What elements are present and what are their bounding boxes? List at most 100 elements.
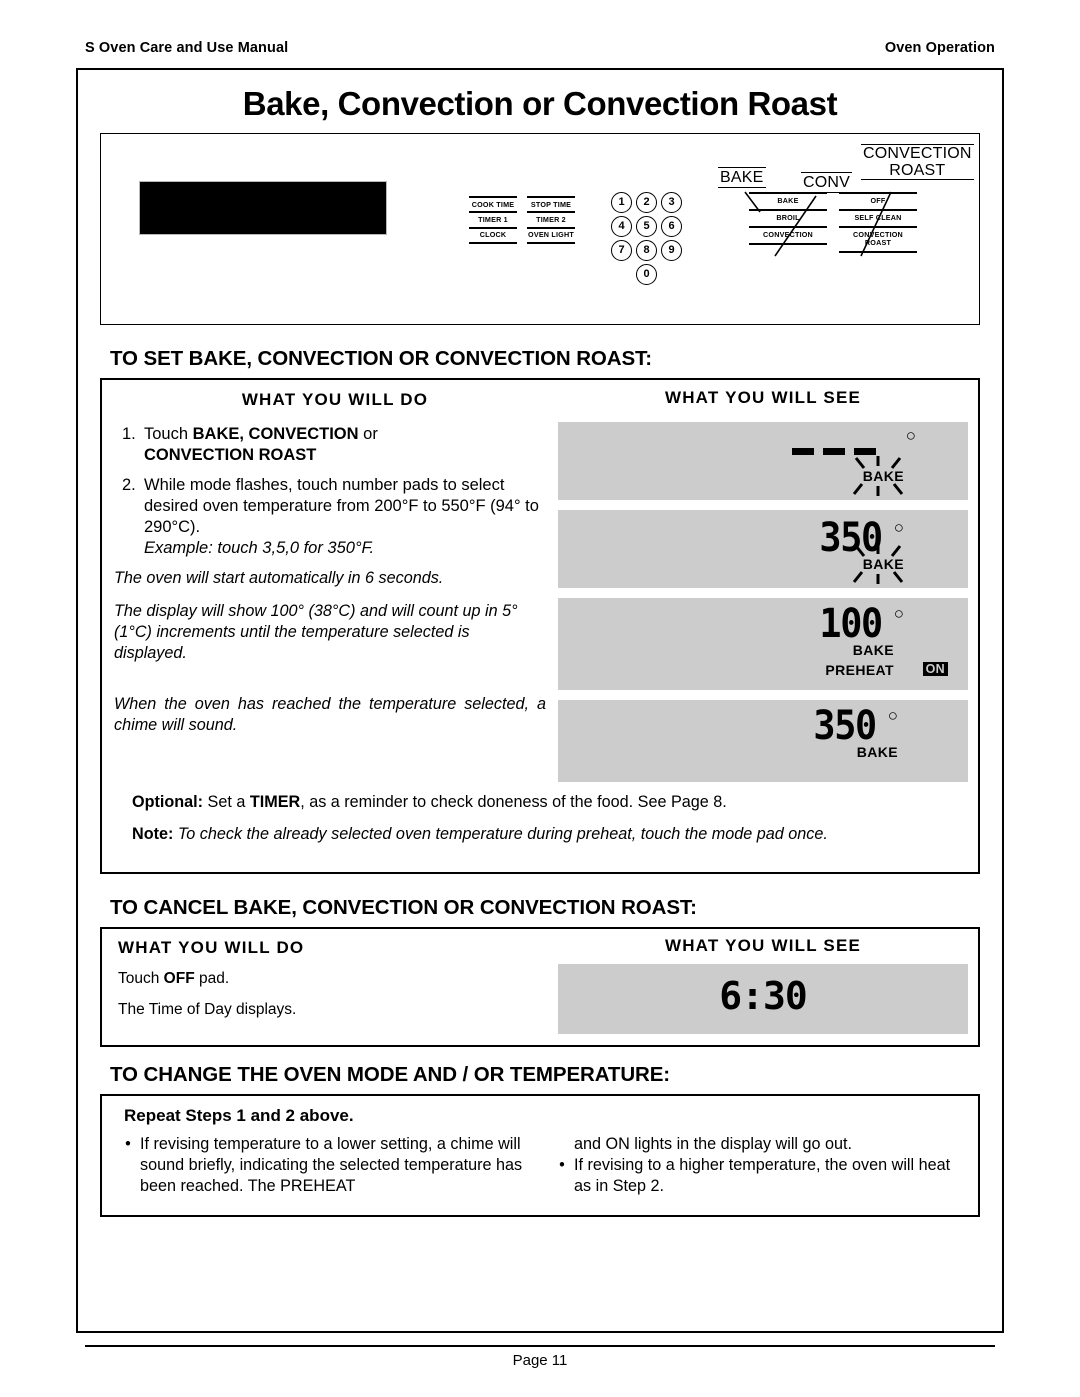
callout-convection-roast-line1: CONVECTION (861, 144, 974, 162)
pad-timer-1[interactable]: TIMER 1 (469, 211, 517, 226)
function-pad-row: COOK TIME STOP TIME (469, 196, 575, 211)
key-4[interactable]: 4 (611, 216, 632, 237)
key-6[interactable]: 6 (661, 216, 682, 237)
set-section-box: WHAT YOU WILL DO 1. Touch BAKE, CONVECTI… (100, 378, 980, 874)
key-7[interactable]: 7 (611, 240, 632, 261)
oven-display-panel (139, 181, 387, 235)
change-bullet-2: • If revising to a higher temperature, t… (550, 1155, 964, 1197)
set-step-2-text-wrap: While mode flashes, touch number pads to… (144, 475, 546, 559)
page-frame: Bake, Convection or Convection Roast COO… (76, 68, 1004, 1333)
display-2-flash-marks (852, 544, 904, 584)
keypad-row: 4 5 6 (611, 216, 682, 237)
set-optional-note-block: Optional: Set a TIMER, as a reminder to … (102, 786, 978, 872)
page-footer: Page 11 (512, 1352, 568, 1369)
display-4-mode-label: BAKE (856, 744, 898, 760)
cancel-do-column-header: WHAT YOU WILL DO (118, 938, 305, 957)
change-bullet-1-text: If revising temperature to a lower setti… (140, 1135, 523, 1195)
display-state-3: 100 ○ BAKE PREHEAT ON (558, 598, 968, 690)
display-3-degree-icon: ○ (893, 604, 904, 623)
set-step-1-number: 1. (122, 425, 136, 443)
key-5[interactable]: 5 (636, 216, 657, 237)
function-pad-group: COOK TIME STOP TIME TIMER 1 TIMER 2 CLOC… (469, 196, 575, 245)
display-state-4: 350 ○ BAKE (558, 700, 968, 782)
keypad-row: 7 8 9 (611, 240, 682, 261)
footer-rule (85, 1345, 995, 1347)
key-1[interactable]: 1 (611, 192, 632, 213)
pad-oven-light[interactable]: OVEN LIGHT (527, 226, 575, 245)
mode-pad-self-clean[interactable]: SELF CLEAN (839, 208, 917, 226)
callout-bake-label: BAKE (718, 167, 766, 188)
set-optional-line: Optional: Set a TIMER, as a reminder to … (132, 792, 960, 813)
bullet-glyph-icon: • (559, 1156, 565, 1174)
display-4-degree-icon: ○ (887, 706, 898, 725)
set-auto-start-note: The oven will start automatically in 6 s… (114, 569, 444, 587)
display-state-1: ○ BAKE (558, 422, 968, 500)
callout-bake: BAKE (718, 167, 766, 188)
cancel-line-1-prefix: Touch (118, 970, 164, 987)
set-what-you-will-do-column: WHAT YOU WILL DO 1. Touch BAKE, CONVECTI… (102, 380, 554, 786)
cancel-section-box: WHAT YOU WILL DO Touch OFF pad. The Time… (100, 927, 980, 1047)
set-step-1-modes: BAKE, CONVECTION (192, 425, 359, 443)
cancel-section-heading: TO CANCEL BAKE, CONVECTION OR CONVECTION… (110, 896, 697, 919)
cancel-see-column-header: WHAT YOU WILL SEE (664, 936, 862, 955)
mode-pad-convection-roast[interactable]: CONVECTION ROAST (839, 225, 917, 254)
change-bullet-1-continuation: and ON lights in the display will go out… (574, 1135, 853, 1153)
change-section-heading: TO CHANGE THE OVEN MODE AND / OR TEMPERA… (110, 1063, 671, 1086)
cancel-what-you-will-see-column: WHAT YOU WILL SEE 6:30 (554, 929, 978, 1045)
mode-pad-broil[interactable]: BROIL (749, 208, 827, 226)
pad-stop-time[interactable]: STOP TIME (527, 196, 575, 211)
callout-convection-roast-line2: ROAST (861, 162, 974, 180)
set-step-2: 2. While mode flashes, touch number pads… (114, 475, 546, 559)
note-label: Note: (132, 825, 174, 843)
optional-text-a: Set a (203, 793, 250, 811)
mode-pad-bake[interactable]: BAKE (749, 192, 827, 209)
change-section-box: Repeat Steps 1 and 2 above. • If revisin… (100, 1094, 980, 1217)
cancel-line-1: Touch OFF pad. (118, 969, 546, 989)
set-count-up-note: The display will show 100° (38°C) and wi… (114, 602, 518, 662)
bullet-glyph-icon: • (125, 1135, 131, 1153)
change-bullet-column-right: and ON lights in the display will go out… (540, 1134, 964, 1197)
function-pad-row: CLOCK OVEN LIGHT (469, 226, 575, 245)
callout-conv-label: CONV (801, 172, 853, 193)
mode-pad-convection[interactable]: CONVECTION (749, 225, 827, 245)
cancel-off-pad: OFF (163, 970, 195, 987)
cancel-line-1-suffix: pad. (194, 970, 230, 987)
display-state-clock: 6:30 (558, 964, 968, 1034)
mode-column-left: BAKE BROIL CONVECTION (749, 192, 827, 253)
key-2[interactable]: 2 (636, 192, 657, 213)
clock-time-value: 6:30 (719, 974, 808, 1018)
running-head-right: Oven Operation (884, 40, 995, 56)
set-step-2-number: 2. (122, 476, 136, 494)
set-see-column-header: WHAT YOU WILL SEE (664, 388, 862, 407)
set-section-heading: TO SET BAKE, CONVECTION OR CONVECTION RO… (110, 347, 652, 370)
callout-convection-roast: CONVECTION ROAST (861, 144, 974, 180)
pad-clock[interactable]: CLOCK (469, 226, 517, 245)
pad-cook-time[interactable]: COOK TIME (469, 196, 517, 211)
cancel-line-2: The Time of Day displays. (118, 1001, 297, 1018)
display-4-temperature: 350 (813, 703, 878, 749)
key-9[interactable]: 9 (661, 240, 682, 261)
set-step-1-convection-roast: CONVECTION ROAST (144, 446, 317, 464)
mode-pad-group: BAKE BROIL CONVECTION OFF SELF CLEAN CON… (749, 192, 917, 254)
change-bullet-2-text: If revising to a higher temperature, the… (574, 1156, 951, 1195)
set-do-column-header: WHAT YOU WILL DO (241, 390, 429, 409)
key-8[interactable]: 8 (636, 240, 657, 261)
running-head-left: S Oven Care and Use Manual (85, 40, 289, 56)
display-3-mode-label: BAKE (852, 642, 894, 658)
mode-pad-off[interactable]: OFF (839, 192, 917, 209)
change-bullet-column-left: • If revising temperature to a lower set… (116, 1134, 540, 1197)
set-what-you-will-see-column: WHAT YOU WILL SEE ○ BAKE 350 ○ BAKE 100 … (554, 380, 978, 786)
key-0[interactable]: 0 (636, 264, 657, 285)
display-state-2: 350 ○ BAKE (558, 510, 968, 588)
key-3[interactable]: 3 (661, 192, 682, 213)
set-step-2-example: Example: touch 3,5,0 for 350°F. (144, 539, 375, 557)
function-pad-row: TIMER 1 TIMER 2 (469, 211, 575, 226)
pad-timer-2[interactable]: TIMER 2 (527, 211, 575, 226)
page-title: Bake, Convection or Convection Roast (242, 85, 838, 122)
running-head: S Oven Care and Use Manual Oven Operatio… (85, 40, 995, 56)
set-step-2-text: While mode flashes, touch number pads to… (144, 476, 539, 536)
display-3-on-indicator: ON (922, 662, 948, 676)
set-chime-note: When the oven has reached the temperatur… (114, 695, 546, 734)
mode-column-right: OFF SELF CLEAN CONVECTION ROAST (839, 192, 917, 254)
keypad-row: 1 2 3 (611, 192, 682, 213)
